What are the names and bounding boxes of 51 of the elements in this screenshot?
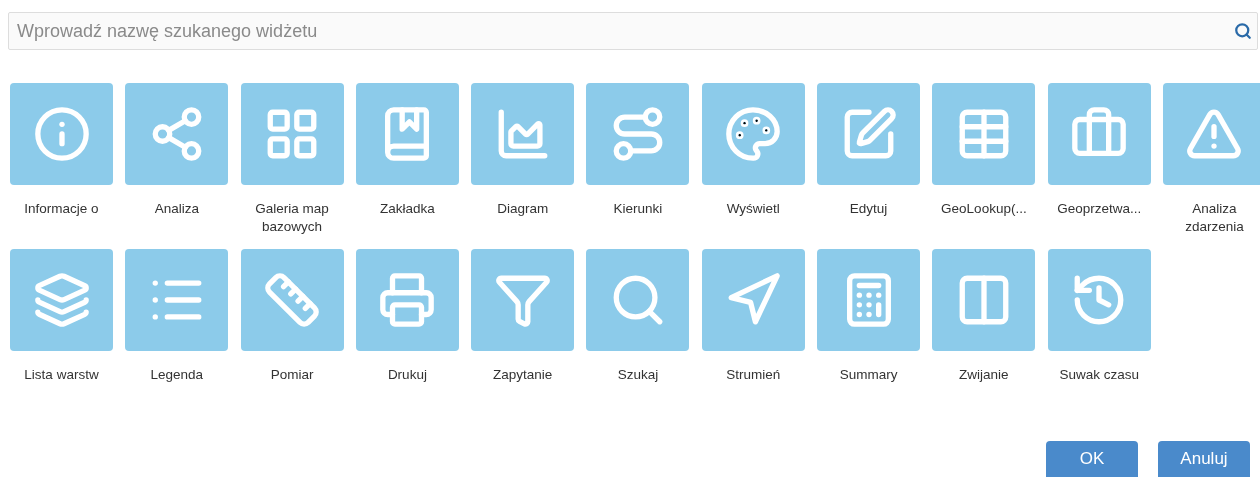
ruler-icon <box>263 271 322 329</box>
widget-label: Strumień <box>726 366 781 384</box>
widget-tile[interactable] <box>932 83 1036 185</box>
widget-tile[interactable] <box>10 249 113 351</box>
widget-tile[interactable] <box>355 83 459 185</box>
widget-label: Szukaj <box>617 366 659 384</box>
widget-label: GeoLookup(... <box>941 200 1027 218</box>
widget-tile[interactable] <box>1047 249 1151 351</box>
widget-tile[interactable] <box>586 249 690 351</box>
widget-tile[interactable] <box>471 83 575 185</box>
widget-label: Suwak czasu <box>1059 366 1139 384</box>
ok-button[interactable]: OK <box>1046 441 1138 477</box>
widget-label: Drukuj <box>387 366 427 384</box>
widget-tile[interactable] <box>1047 83 1151 185</box>
widget-tile[interactable] <box>932 249 1036 351</box>
widget-label: Legenda <box>150 366 204 384</box>
widget-tile[interactable] <box>10 83 113 185</box>
widget-label: Edytuj <box>849 200 888 218</box>
widget-label: Analiza <box>154 200 199 218</box>
layers-icon <box>32 271 91 329</box>
widget-label: Zapytanie <box>493 366 553 384</box>
widget-label: Galeria map bazowych <box>254 200 330 236</box>
widget-tile[interactable] <box>1162 83 1260 185</box>
widget-tile[interactable] <box>586 83 690 185</box>
widget-tile[interactable] <box>471 249 575 351</box>
widget-tile[interactable] <box>817 83 921 185</box>
printer-icon <box>378 271 437 329</box>
widget-tile[interactable] <box>355 249 459 351</box>
cancel-button[interactable]: Anuluj <box>1158 441 1250 477</box>
search-field[interactable]: Wprowadź nazwę szukanego widżetu <box>8 12 1258 50</box>
widget-tile[interactable] <box>701 83 805 185</box>
widget-label: Kierunki <box>613 200 663 218</box>
search-icon[interactable] <box>1234 22 1252 40</box>
widget-tile[interactable] <box>817 249 921 351</box>
widget-tile[interactable] <box>240 83 344 185</box>
widget-tile[interactable] <box>125 83 229 185</box>
widget-label: Analiza zdarzenia <box>1184 200 1245 236</box>
info-icon <box>32 105 91 163</box>
widget-label: Diagram <box>497 200 549 218</box>
widget-label: Pomiar <box>270 366 314 384</box>
widget-label: Zakładka <box>380 200 435 218</box>
widget-label: Zwijanie <box>959 366 1009 384</box>
widget-label: Wyświetl <box>726 200 780 218</box>
widget-tile[interactable] <box>125 249 229 351</box>
widget-label: Summary <box>839 366 898 384</box>
widget-label: Lista warstw <box>24 366 99 384</box>
widget-tile[interactable] <box>701 249 805 351</box>
widget-label: Geoprzetwa... <box>1057 200 1142 218</box>
widget-label: Informacje o <box>24 200 99 218</box>
palette-icon <box>724 105 783 163</box>
widget-tile[interactable] <box>240 249 344 351</box>
